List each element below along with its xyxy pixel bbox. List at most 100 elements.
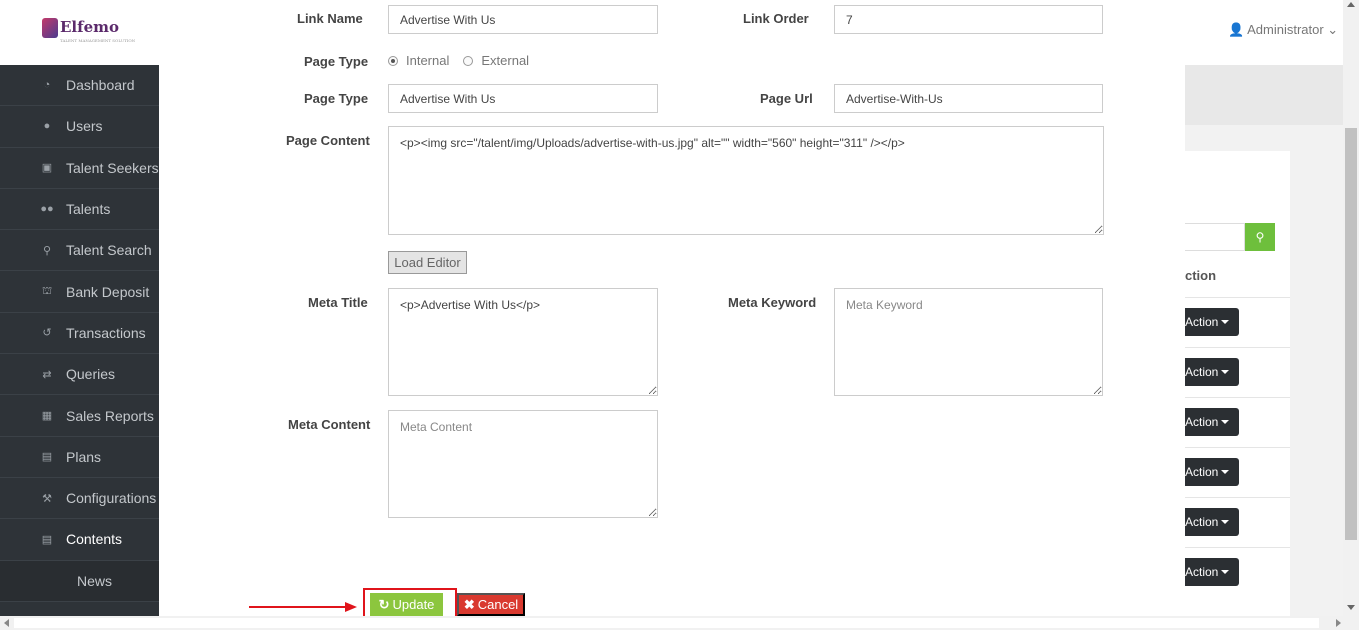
radio-external-label[interactable]: External <box>481 53 529 68</box>
dashboard-icon: ◔ <box>43 79 51 92</box>
sidebar-item-label: Talent Seekers <box>66 159 159 176</box>
table-row-divider <box>1185 497 1290 498</box>
lock-icon: ▣ <box>41 162 53 175</box>
sidebar-item-bank-deposit[interactable]: ⛫ Bank Deposit <box>0 271 159 313</box>
annotation-arrow <box>249 602 357 612</box>
page-url-label: Page Url <box>760 91 813 106</box>
sidebar-item-label: Queries <box>66 366 116 383</box>
meta-keyword-textarea[interactable] <box>834 288 1103 396</box>
sidebar-item-transactions[interactable]: ↺ Transactions <box>0 313 159 355</box>
sidebar-item-label: Dashboard <box>66 77 135 94</box>
update-button[interactable]: ↻ Update <box>370 593 443 616</box>
sidebar-item-label: Sales Reports <box>66 407 154 424</box>
caret-down-icon <box>1221 520 1230 524</box>
action-dropdown-button[interactable]: Action <box>1185 508 1239 536</box>
user-menu[interactable]: 👤 Administrator ⌄ <box>1228 22 1338 38</box>
newspaper-icon: ▤ <box>41 533 53 546</box>
sidebar-item-queries[interactable]: ⇄ Queries <box>0 354 159 396</box>
sidebar-item-dashboard[interactable]: ◔ Dashboard <box>0 65 159 107</box>
close-icon: ✖ <box>463 596 475 612</box>
table-row-divider <box>1185 547 1290 548</box>
action-dropdown-button[interactable]: Action <box>1185 558 1239 586</box>
action-label: Action <box>1185 365 1219 379</box>
radio-internal-label[interactable]: Internal <box>406 53 449 68</box>
page-type-input[interactable] <box>388 84 658 113</box>
action-dropdown-button[interactable]: Action <box>1185 408 1239 436</box>
meta-title-label: Meta Title <box>308 295 368 310</box>
sidebar-item-label: Contents <box>66 531 123 548</box>
page-content-textarea[interactable]: <p><img src="/talent/img/Uploads/adverti… <box>388 126 1104 235</box>
caret-down-icon <box>1221 370 1230 374</box>
scroll-right-arrow-icon[interactable] <box>1336 619 1341 627</box>
caret-down-icon <box>1221 320 1230 324</box>
search-icon: ⚲ <box>1255 230 1265 244</box>
link-name-label: Link Name <box>297 11 363 26</box>
meta-content-label: Meta Content <box>288 417 371 432</box>
action-label: Action <box>1185 465 1219 479</box>
action-label: Action <box>1185 415 1219 429</box>
sidebar-item-talents[interactable]: ●● Talents <box>0 189 159 231</box>
sidebar-item-configurations[interactable]: ⚒ Configurations <box>0 478 159 520</box>
cancel-button[interactable]: ✖ Cancel <box>457 593 525 616</box>
sidebar-item-sales-reports[interactable]: ▦ Sales Reports <box>0 395 159 437</box>
sidebar-item-contents[interactable]: ▤ Contents <box>0 519 159 561</box>
sidebar-item-label: Bank Deposit <box>66 283 150 300</box>
update-label: Update <box>392 597 435 612</box>
scroll-up-arrow-icon[interactable] <box>1347 2 1355 7</box>
table-search-input[interactable] <box>1185 223 1245 251</box>
page-type-radio-label: Page Type <box>304 54 369 69</box>
vertical-scrollbar[interactable] <box>1343 0 1359 616</box>
history-icon: ↺ <box>42 327 52 340</box>
user-icon: 👤 <box>1228 22 1245 37</box>
meta-keyword-label: Meta Keyword <box>728 295 817 310</box>
action-label: Action <box>1185 315 1219 329</box>
logo-mark-icon <box>42 18 58 38</box>
vertical-scroll-thumb[interactable] <box>1345 128 1357 540</box>
user-menu-label: Administrator <box>1247 22 1324 37</box>
users-icon: ●● <box>40 203 54 216</box>
link-name-input[interactable] <box>388 5 658 34</box>
link-order-input[interactable] <box>834 5 1103 34</box>
scroll-down-arrow-icon[interactable] <box>1347 605 1355 610</box>
table-icon: ▦ <box>41 410 53 423</box>
action-dropdown-button[interactable]: Action <box>1185 358 1239 386</box>
sidebar-item-label: Configurations <box>66 490 157 507</box>
scroll-left-arrow-icon[interactable] <box>4 619 9 627</box>
radio-internal[interactable] <box>388 55 398 66</box>
edit-content-modal: Link Name Link Order Page Type Internal … <box>159 0 1185 626</box>
sidebar-subitem-news[interactable]: News <box>0 560 159 602</box>
table-row-divider <box>1185 397 1290 398</box>
sidebar-item-talent-search[interactable]: ⚲ Talent Search <box>0 230 159 272</box>
logo-tagline: TALENT MANAGEMENT SOLUTION <box>60 38 136 43</box>
search-button[interactable]: ⚲ <box>1245 223 1275 251</box>
action-dropdown-button[interactable]: Action <box>1185 458 1239 486</box>
meta-content-textarea[interactable] <box>388 410 658 518</box>
page-content-label: Page Content <box>286 133 370 148</box>
action-dropdown-button[interactable]: Action <box>1185 308 1239 336</box>
radio-external[interactable] <box>463 55 474 66</box>
chevron-down-icon: ⌄ <box>1327 22 1339 37</box>
sidebar-item-plans[interactable]: ▤ Plans <box>0 437 159 478</box>
user-icon: ● <box>43 120 51 133</box>
meta-title-textarea[interactable]: <p>Advertise With Us</p> <box>388 288 658 396</box>
cancel-label: Cancel <box>477 597 519 612</box>
page-type-radio-group: Internal External <box>388 53 529 68</box>
horizontal-scroll-thumb[interactable] <box>14 618 1319 628</box>
caret-down-icon <box>1221 570 1230 574</box>
sidebar-item-users[interactable]: ● Users <box>0 106 159 148</box>
horizontal-scrollbar[interactable] <box>0 616 1359 630</box>
sidebar: ◔ Dashboard ● Users ▣ Talent Seekers ●● Tale… <box>0 65 159 616</box>
page-url-input[interactable] <box>834 84 1103 113</box>
search-icon: ⚲ <box>42 244 52 257</box>
app-logo[interactable]: Elfemo TALENT MANAGEMENT SOLUTION <box>42 18 135 43</box>
page-header-band <box>1185 65 1343 125</box>
sidebar-item-talent-seekers[interactable]: ▣ Talent Seekers <box>0 148 159 189</box>
load-editor-button[interactable]: Load Editor <box>388 251 467 274</box>
sidebar-subitem-label: News <box>77 572 113 589</box>
table-row-divider <box>1185 447 1290 448</box>
logo-text: Elfemo <box>60 18 120 36</box>
sidebar-item-label: Talent Search <box>66 242 152 259</box>
table-row-divider <box>1185 347 1290 348</box>
table-row-divider <box>1185 297 1290 298</box>
sidebar-item-label: Plans <box>66 448 102 465</box>
